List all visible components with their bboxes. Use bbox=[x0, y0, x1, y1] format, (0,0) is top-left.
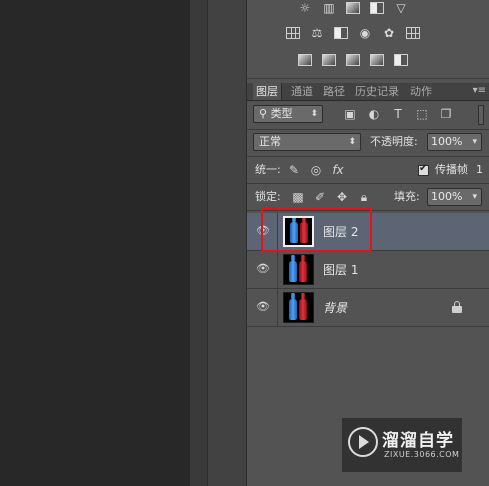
propagate-frame-label: 传播帧 bbox=[435, 163, 468, 176]
blend-mode-select[interactable]: 正常 ⬍ bbox=[253, 133, 361, 151]
filter-shape-icon[interactable]: ⬚ bbox=[415, 107, 429, 121]
collapsed-panel-dock bbox=[207, 0, 246, 486]
blue-bottle-thumbnail bbox=[289, 293, 297, 320]
panel-gutter bbox=[190, 0, 207, 486]
unify-position-icon[interactable]: ✎ bbox=[287, 163, 301, 177]
layer-filter-row: ⚲ 类型 ⬍ ▣ ◐ T ⬚ ❐ bbox=[247, 101, 489, 129]
threshold-icon[interactable] bbox=[345, 53, 361, 67]
layer-thumbnail bbox=[283, 292, 314, 323]
watermark: 溜溜自学 ZIXUE.3066.COM bbox=[342, 418, 462, 472]
dropdown-arrow-icon: ▾ bbox=[472, 192, 477, 202]
stepper-arrows-icon: ⬍ bbox=[310, 109, 318, 119]
lock-icon bbox=[452, 301, 462, 313]
photo-filter-icon[interactable]: ◉ bbox=[357, 26, 373, 40]
blend-mode-value: 正常 bbox=[259, 135, 281, 148]
lock-brush-icon[interactable]: ✐ bbox=[313, 190, 327, 204]
blue-bottle-thumbnail bbox=[290, 218, 298, 243]
tab-history[interactable]: 历史记录 bbox=[352, 83, 402, 100]
play-logo-icon bbox=[348, 427, 378, 457]
layer-row-background[interactable]: 👁︎ 背景 bbox=[247, 289, 489, 327]
red-bottle-thumbnail bbox=[299, 255, 307, 282]
layer-row-layer1[interactable]: 👁︎ 图层 1 bbox=[247, 251, 489, 289]
search-icon: ⚲ bbox=[259, 107, 271, 120]
invert-icon[interactable] bbox=[297, 53, 313, 67]
lock-move-icon[interactable]: ✥ bbox=[335, 190, 349, 204]
black-white-icon[interactable] bbox=[333, 26, 349, 40]
layer-thumbnail bbox=[283, 254, 314, 285]
blue-bottle-thumbnail bbox=[289, 255, 297, 282]
exposure-icon[interactable] bbox=[369, 1, 385, 15]
layer-thumbnail bbox=[283, 216, 314, 247]
gradient-map-icon[interactable] bbox=[393, 53, 409, 67]
filter-adjustment-icon[interactable]: ◐ bbox=[367, 107, 381, 121]
tab-paths[interactable]: 路径 bbox=[320, 83, 348, 100]
levels-icon[interactable]: ▥ bbox=[321, 1, 337, 15]
color-lookup-icon[interactable] bbox=[405, 26, 421, 40]
divider bbox=[277, 289, 278, 327]
watermark-title: 溜溜自学 bbox=[382, 431, 454, 451]
selective-color-icon[interactable] bbox=[369, 53, 385, 67]
curves-icon[interactable] bbox=[345, 1, 361, 15]
lock-label: 锁定: bbox=[255, 190, 281, 203]
tab-channels[interactable]: 通道 bbox=[288, 83, 316, 100]
layers-panel: ☼ ▥ ▽ ⚖ ◉ ✿ 图层 通道 路径 历史记录 动作 ▾≡ ⚲ 类型 ⬍ ▣… bbox=[246, 0, 489, 486]
posterize-icon[interactable] bbox=[321, 53, 337, 67]
panel-menu-icon[interactable]: ▾≡ bbox=[473, 85, 486, 96]
divider bbox=[247, 210, 489, 211]
propagate-frame-number: 1 bbox=[476, 163, 483, 176]
opacity-field[interactable]: 100% ▾ bbox=[427, 133, 482, 151]
fill-field[interactable]: 100% ▾ bbox=[427, 188, 482, 206]
layer-name[interactable]: 背景 bbox=[323, 289, 347, 327]
eye-icon[interactable]: 👁︎ bbox=[255, 301, 271, 313]
unify-row: 统一: ✎ ◎ fx 传播帧 1 bbox=[247, 157, 489, 183]
red-bottle-thumbnail bbox=[299, 293, 307, 320]
lock-transparent-icon[interactable]: ▩ bbox=[291, 190, 305, 204]
panel-tab-bar: 图层 通道 路径 历史记录 动作 ▾≡ bbox=[247, 83, 489, 101]
unify-visibility-icon[interactable]: ◎ bbox=[309, 163, 323, 177]
brightness-icon[interactable]: ☼ bbox=[297, 1, 313, 15]
eye-icon[interactable]: 👁︎ bbox=[255, 225, 271, 237]
filter-pixel-icon[interactable]: ▣ bbox=[343, 107, 357, 121]
red-bottle-thumbnail bbox=[300, 218, 308, 243]
watermark-url: ZIXUE.3066.COM bbox=[384, 450, 460, 459]
vibrance-icon[interactable] bbox=[285, 26, 301, 40]
fill-label: 填充: bbox=[394, 190, 420, 203]
filter-toggle-switch[interactable] bbox=[478, 105, 484, 125]
eye-icon[interactable]: 👁︎ bbox=[255, 263, 271, 275]
stepper-arrows-icon: ⬍ bbox=[348, 137, 356, 147]
filter-kind-label: 类型 bbox=[270, 107, 293, 120]
dropdown-arrow-icon: ▾ bbox=[472, 137, 477, 147]
opacity-label: 不透明度: bbox=[370, 135, 418, 148]
gradient-triangle-icon[interactable]: ▽ bbox=[393, 1, 409, 15]
layer-row-layer2[interactable]: 👁︎ 图层 2 bbox=[247, 213, 489, 251]
fill-value: 100% bbox=[431, 190, 463, 203]
lock-row: 锁定: ▩ ✐ ✥ 🔒︎ 填充: 100% ▾ bbox=[247, 184, 489, 210]
opacity-value: 100% bbox=[431, 135, 463, 148]
tab-actions[interactable]: 动作 bbox=[407, 83, 435, 100]
filter-kind-select[interactable]: ⚲ 类型 ⬍ bbox=[253, 105, 323, 123]
filter-type-icon[interactable]: T bbox=[391, 107, 405, 121]
document-canvas-area bbox=[0, 0, 190, 486]
unify-style-icon[interactable]: fx bbox=[331, 163, 345, 177]
unify-label: 统一: bbox=[255, 163, 281, 176]
lock-all-icon[interactable]: 🔒︎ bbox=[357, 190, 371, 204]
divider bbox=[277, 213, 278, 251]
channel-mixer-icon[interactable]: ✿ bbox=[381, 26, 397, 40]
layer-name[interactable]: 图层 2 bbox=[323, 213, 358, 251]
blend-row: 正常 ⬍ 不透明度: 100% ▾ bbox=[247, 130, 489, 156]
filter-smart-object-icon[interactable]: ❐ bbox=[439, 107, 453, 121]
layer-name[interactable]: 图层 1 bbox=[323, 251, 358, 289]
propagate-frame-checkbox[interactable] bbox=[418, 163, 429, 176]
adjustments-panel: ☼ ▥ ▽ ⚖ ◉ ✿ bbox=[247, 0, 489, 79]
tab-layers[interactable]: 图层 bbox=[253, 83, 282, 100]
color-balance-icon[interactable]: ⚖ bbox=[309, 26, 325, 40]
divider bbox=[277, 251, 278, 289]
